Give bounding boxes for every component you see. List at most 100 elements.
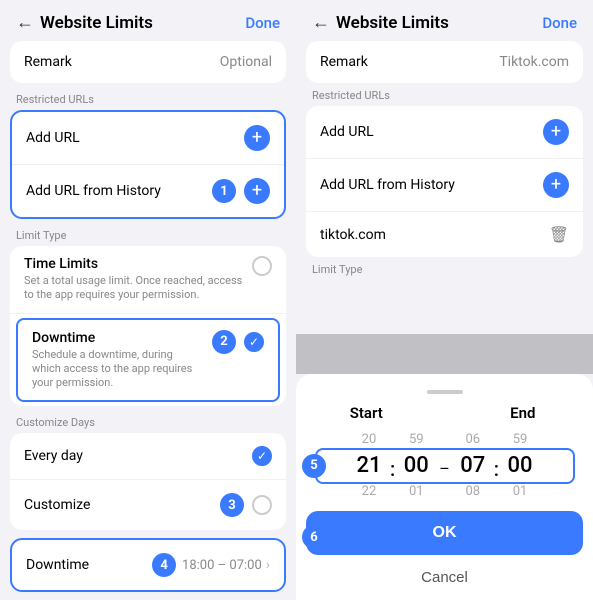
start-min-col[interactable]: 59 00 01 bbox=[397, 430, 435, 501]
left-done-button[interactable]: Done bbox=[245, 14, 280, 32]
end-min-current: 00 bbox=[508, 449, 533, 482]
left-time-limits-name: Time Limits bbox=[24, 256, 244, 272]
left-customize-radio[interactable] bbox=[252, 495, 272, 515]
right-done-button[interactable]: Done bbox=[542, 14, 577, 32]
left-customize-label: Customize bbox=[24, 497, 90, 513]
time-picker-body: 20 21 22 : 59 00 01 – 06 0 bbox=[306, 430, 583, 501]
right-url-item-delete[interactable]: 🗑 bbox=[549, 225, 569, 244]
right-add-url-button[interactable]: + bbox=[543, 119, 569, 145]
step2-badge: 2 bbox=[212, 330, 236, 354]
start-hour-col[interactable]: 20 21 22 bbox=[350, 430, 388, 501]
step4-badge: 4 bbox=[152, 553, 176, 577]
right-header-left: ← Website Limits bbox=[312, 12, 449, 33]
time-picker-header: Start End bbox=[306, 404, 583, 422]
left-customize-days-card: Every day Customize 3 bbox=[10, 433, 286, 530]
time-dash: – bbox=[435, 459, 454, 478]
left-downtime-type-row[interactable]: Downtime Schedule a downtime, during whi… bbox=[16, 318, 280, 403]
end-hour-below: 08 bbox=[465, 482, 480, 501]
left-downtime-row[interactable]: Downtime 4 18:00 – 07:00 › bbox=[12, 540, 284, 590]
step5-badge: 5 bbox=[302, 454, 326, 478]
left-downtime-type-radio[interactable] bbox=[244, 332, 264, 352]
end-hour-current: 07 bbox=[460, 449, 485, 482]
left-downtime-type-desc: Schedule a downtime, during which access… bbox=[32, 348, 204, 391]
left-downtime-card[interactable]: Downtime 4 18:00 – 07:00 › bbox=[10, 538, 286, 592]
left-downtime-type-text: Downtime Schedule a downtime, during whi… bbox=[32, 330, 204, 391]
time-picker-area: Start End 20 21 22 : 59 bbox=[296, 334, 593, 600]
left-add-url-history-button[interactable]: + bbox=[244, 178, 270, 204]
right-url-item-label: tiktok.com bbox=[320, 227, 386, 243]
left-customize-row[interactable]: Customize 3 bbox=[10, 480, 286, 530]
left-downtime-row-label: Downtime bbox=[26, 557, 89, 573]
cancel-button[interactable]: Cancel bbox=[306, 563, 583, 592]
end-hour-col[interactable]: 06 07 08 bbox=[454, 430, 492, 501]
right-back-button[interactable]: ← bbox=[312, 12, 330, 33]
left-restricted-section-label: Restricted URLs bbox=[16, 93, 280, 106]
left-time-limits-desc: Set a total usage limit. Once reached, a… bbox=[24, 274, 244, 303]
right-url-item-row[interactable]: tiktok.com 🗑 bbox=[306, 212, 583, 257]
left-header: ← Website Limits Done bbox=[0, 0, 296, 41]
left-remark-label: Remark bbox=[24, 54, 72, 70]
start-label: Start bbox=[306, 404, 426, 422]
right-remark-label: Remark bbox=[320, 54, 368, 70]
right-add-url-row[interactable]: Add URL + bbox=[306, 106, 583, 159]
left-remark-row[interactable]: Remark Optional bbox=[10, 41, 286, 83]
left-time-limits-radio[interactable] bbox=[252, 256, 272, 276]
right-remark-value: Tiktok.com bbox=[499, 54, 569, 70]
right-add-url-history-label: Add URL from History bbox=[320, 177, 455, 193]
left-limit-type-card: Time Limits Set a total usage limit. Onc… bbox=[10, 246, 286, 406]
left-every-day-radio[interactable] bbox=[252, 446, 272, 466]
right-add-url-label: Add URL bbox=[320, 124, 374, 140]
end-min-col[interactable]: 59 00 01 bbox=[501, 430, 539, 501]
right-panel: ← Website Limits Done Remark Tiktok.com … bbox=[296, 0, 593, 600]
left-time-limits-text: Time Limits Set a total usage limit. Onc… bbox=[24, 256, 244, 303]
right-header: ← Website Limits Done bbox=[296, 0, 593, 41]
end-min-below: 01 bbox=[513, 482, 528, 501]
start-hour-below: 22 bbox=[362, 482, 377, 501]
left-add-url-history-label: Add URL from History bbox=[26, 183, 161, 199]
start-min-above: 59 bbox=[409, 430, 424, 449]
left-downtime-time: 18:00 – 07:00 bbox=[182, 558, 262, 573]
right-add-url-history-button[interactable]: + bbox=[543, 172, 569, 198]
start-hour-above: 20 bbox=[362, 430, 377, 449]
left-add-url-label: Add URL bbox=[26, 130, 80, 146]
right-restricted-section-label: Restricted URLs bbox=[312, 89, 577, 102]
right-limit-type-section-label: Limit Type bbox=[312, 263, 577, 276]
right-restricted-urls-card: Add URL + Add URL from History + tiktok.… bbox=[306, 106, 583, 257]
right-add-url-history-row[interactable]: Add URL from History + bbox=[306, 159, 583, 212]
left-add-url-history-row[interactable]: Add URL from History 1 + bbox=[12, 165, 284, 217]
step6-badge: 6 bbox=[302, 525, 326, 549]
right-header-title: Website Limits bbox=[336, 13, 449, 33]
left-restricted-urls-card: Add URL + Add URL from History 1 + bbox=[10, 110, 286, 219]
start-hour-current: 21 bbox=[356, 449, 381, 482]
left-customize-days-section-label: Customize Days bbox=[16, 416, 280, 429]
right-remark-card: Remark Tiktok.com bbox=[306, 41, 583, 83]
left-back-button[interactable]: ← bbox=[16, 12, 34, 33]
step1-badge: 1 bbox=[212, 179, 236, 203]
left-remark-card: Remark Optional bbox=[10, 41, 286, 83]
ok-button[interactable]: OK bbox=[306, 511, 583, 555]
left-limit-type-section-label: Limit Type bbox=[16, 229, 280, 242]
end-colon: : bbox=[492, 457, 501, 481]
end-label: End bbox=[463, 404, 583, 422]
left-every-day-label: Every day bbox=[24, 448, 83, 464]
start-min-current: 00 bbox=[404, 449, 429, 482]
left-remark-placeholder: Optional bbox=[220, 54, 272, 70]
right-content: ← Website Limits Done Remark Tiktok.com … bbox=[296, 0, 593, 600]
right-remark-row[interactable]: Remark Tiktok.com bbox=[306, 41, 583, 83]
step3-badge: 3 bbox=[220, 493, 244, 517]
left-downtime-value: 18:00 – 07:00 › bbox=[182, 557, 270, 573]
left-downtime-type-name: Downtime bbox=[32, 330, 204, 346]
left-header-left: ← Website Limits bbox=[16, 12, 153, 33]
left-header-title: Website Limits bbox=[40, 13, 153, 33]
end-hour-above: 06 bbox=[465, 430, 480, 449]
time-picker-sheet: Start End 20 21 22 : 59 bbox=[296, 374, 593, 600]
left-every-day-row[interactable]: Every day bbox=[10, 433, 286, 480]
left-add-url-button[interactable]: + bbox=[244, 125, 270, 151]
start-min-below: 01 bbox=[409, 482, 424, 501]
left-downtime-chevron: › bbox=[266, 557, 270, 573]
end-min-above: 59 bbox=[513, 430, 528, 449]
ok-button-wrap: OK 6 bbox=[306, 511, 583, 563]
left-add-url-row[interactable]: Add URL + bbox=[12, 112, 284, 165]
left-time-limits-row[interactable]: Time Limits Set a total usage limit. Onc… bbox=[10, 246, 286, 314]
start-colon: : bbox=[388, 457, 397, 481]
